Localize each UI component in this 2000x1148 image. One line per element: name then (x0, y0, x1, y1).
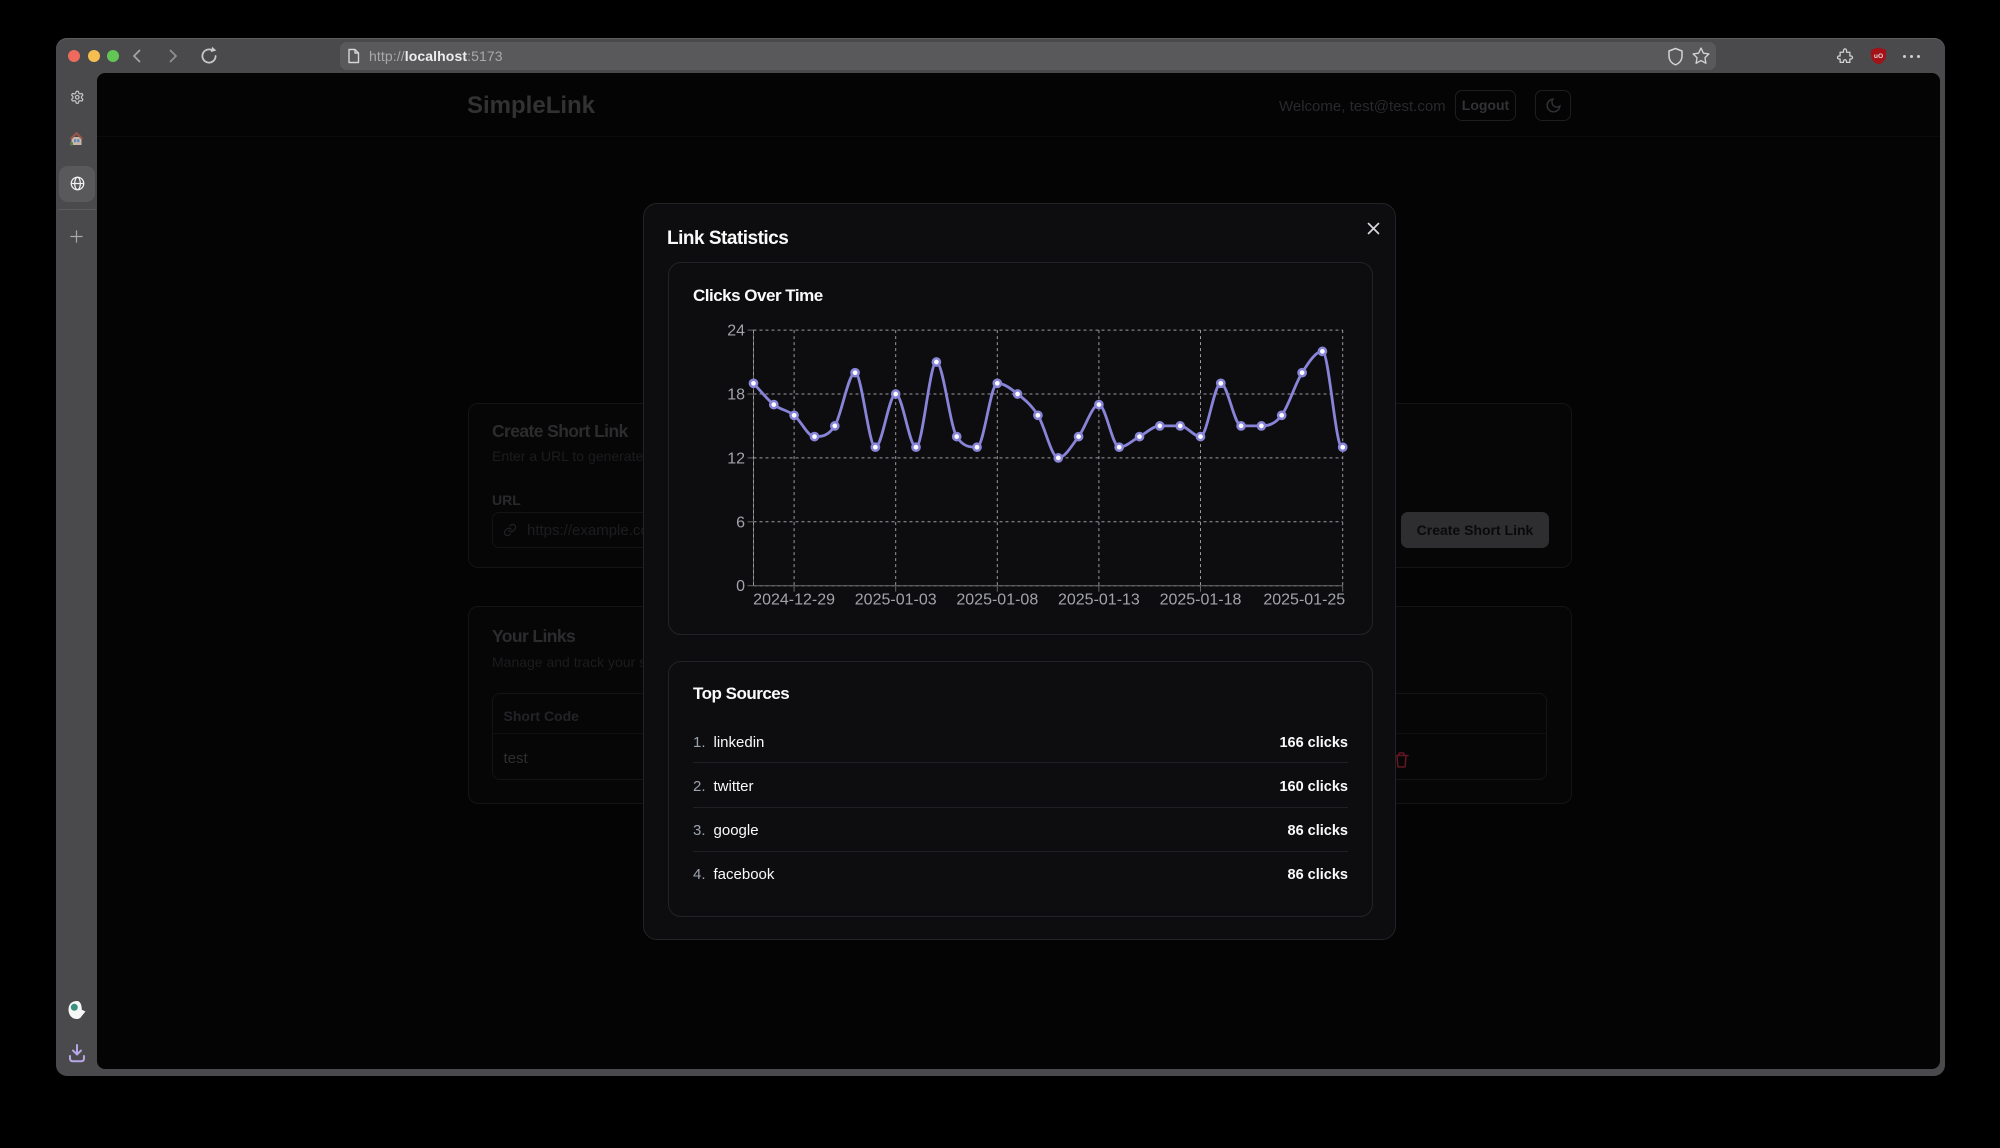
svg-text:2024-12-29: 2024-12-29 (753, 591, 835, 608)
svg-text:uO: uO (1874, 53, 1883, 60)
svg-text:2025-01-13: 2025-01-13 (1058, 591, 1140, 608)
svg-text:0: 0 (736, 578, 745, 595)
svg-text:2025-01-18: 2025-01-18 (1160, 591, 1242, 608)
svg-text:2025-01-25: 2025-01-25 (1263, 591, 1345, 608)
svg-text:24: 24 (727, 322, 745, 339)
svg-text:18: 18 (727, 386, 745, 403)
svg-text:6: 6 (736, 514, 745, 531)
svg-text:2025-01-03: 2025-01-03 (855, 591, 937, 608)
svg-text:2025-01-08: 2025-01-08 (956, 591, 1038, 608)
svg-text:12: 12 (727, 450, 745, 467)
